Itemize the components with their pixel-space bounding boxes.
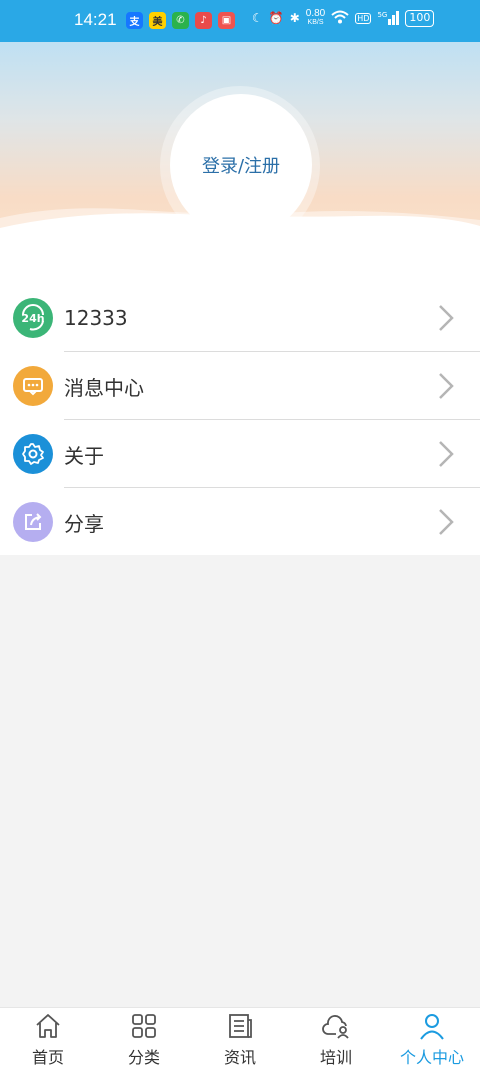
message-icon [13,366,53,406]
24h-service-icon: 24h [13,298,53,338]
notification-icons: 支 美 ✆ ♪ ▣ [126,12,235,29]
menu-item-message-center[interactable]: 消息中心 [0,352,480,420]
moon-icon: ☾ [252,11,263,25]
chevron-right-icon [439,441,454,467]
status-time: 14:21 [74,10,117,29]
nav-item-category[interactable]: 分类 [96,1008,192,1072]
svg-text:24h: 24h [21,312,44,325]
alipay-icon: 支 [126,12,143,29]
share-icon [13,502,53,542]
battery-indicator: 100 [405,9,435,27]
nav-label: 资讯 [223,1048,256,1067]
alarm-icon: ⏰ [268,11,284,25]
chevron-right-icon [439,373,454,399]
meituan-icon: 美 [149,12,166,29]
menu-list: 24h 12333 消息中心 关于 分享 [0,264,480,555]
game-app-icon: ▣ [218,12,235,29]
profile-header: 登录/注册 [0,42,480,264]
nav-item-news[interactable]: 资讯 [192,1008,288,1072]
menu-item-12333[interactable]: 24h 12333 [0,284,480,352]
menu-item-share[interactable]: 分享 [0,488,480,556]
menu-item-label: 分享 [64,511,104,536]
phone-app-icon: ✆ [172,12,189,29]
nav-label: 个人中心 [399,1048,464,1067]
bottom-nav: 首页 分类 资讯 培训 个人中心 [0,1007,480,1072]
home-icon [36,1014,60,1038]
music-app-icon: ♪ [195,12,212,29]
chevron-right-icon [439,509,454,535]
bluetooth-icon: ✱ [289,11,300,25]
status-bar: 14:21 支 美 ✆ ♪ ▣ ☾ ⏰ ✱ 0.80 KB/S HD 5G 10… [0,0,480,42]
grid-icon [132,1014,156,1038]
menu-item-label: 关于 [64,443,104,468]
nav-label: 首页 [31,1048,64,1067]
nav-item-personal-center[interactable]: 个人中心 [384,1008,480,1072]
header-wave [0,208,480,264]
nav-item-training[interactable]: 培训 [288,1008,384,1072]
system-icons: ☾ ⏰ ✱ 0.80 KB/S HD 5G 100 [252,8,435,27]
nav-label: 分类 [127,1048,160,1067]
news-icon [229,1014,252,1038]
gear-icon [13,434,53,474]
hd-badge: HD [355,12,372,24]
signal-icon: 5G [377,11,400,25]
menu-item-label: 消息中心 [64,375,144,400]
net-speed: 0.80 KB/S [305,8,326,27]
cloud-user-icon [322,1015,349,1039]
wifi-icon [331,10,349,27]
nav-item-home[interactable]: 首页 [0,1008,96,1072]
login-register-label: 登录/注册 [201,156,281,177]
chevron-right-icon [439,305,454,331]
nav-label: 培训 [319,1048,352,1067]
menu-item-label: 12333 [64,306,128,330]
person-icon [420,1014,444,1040]
menu-item-about[interactable]: 关于 [0,420,480,488]
